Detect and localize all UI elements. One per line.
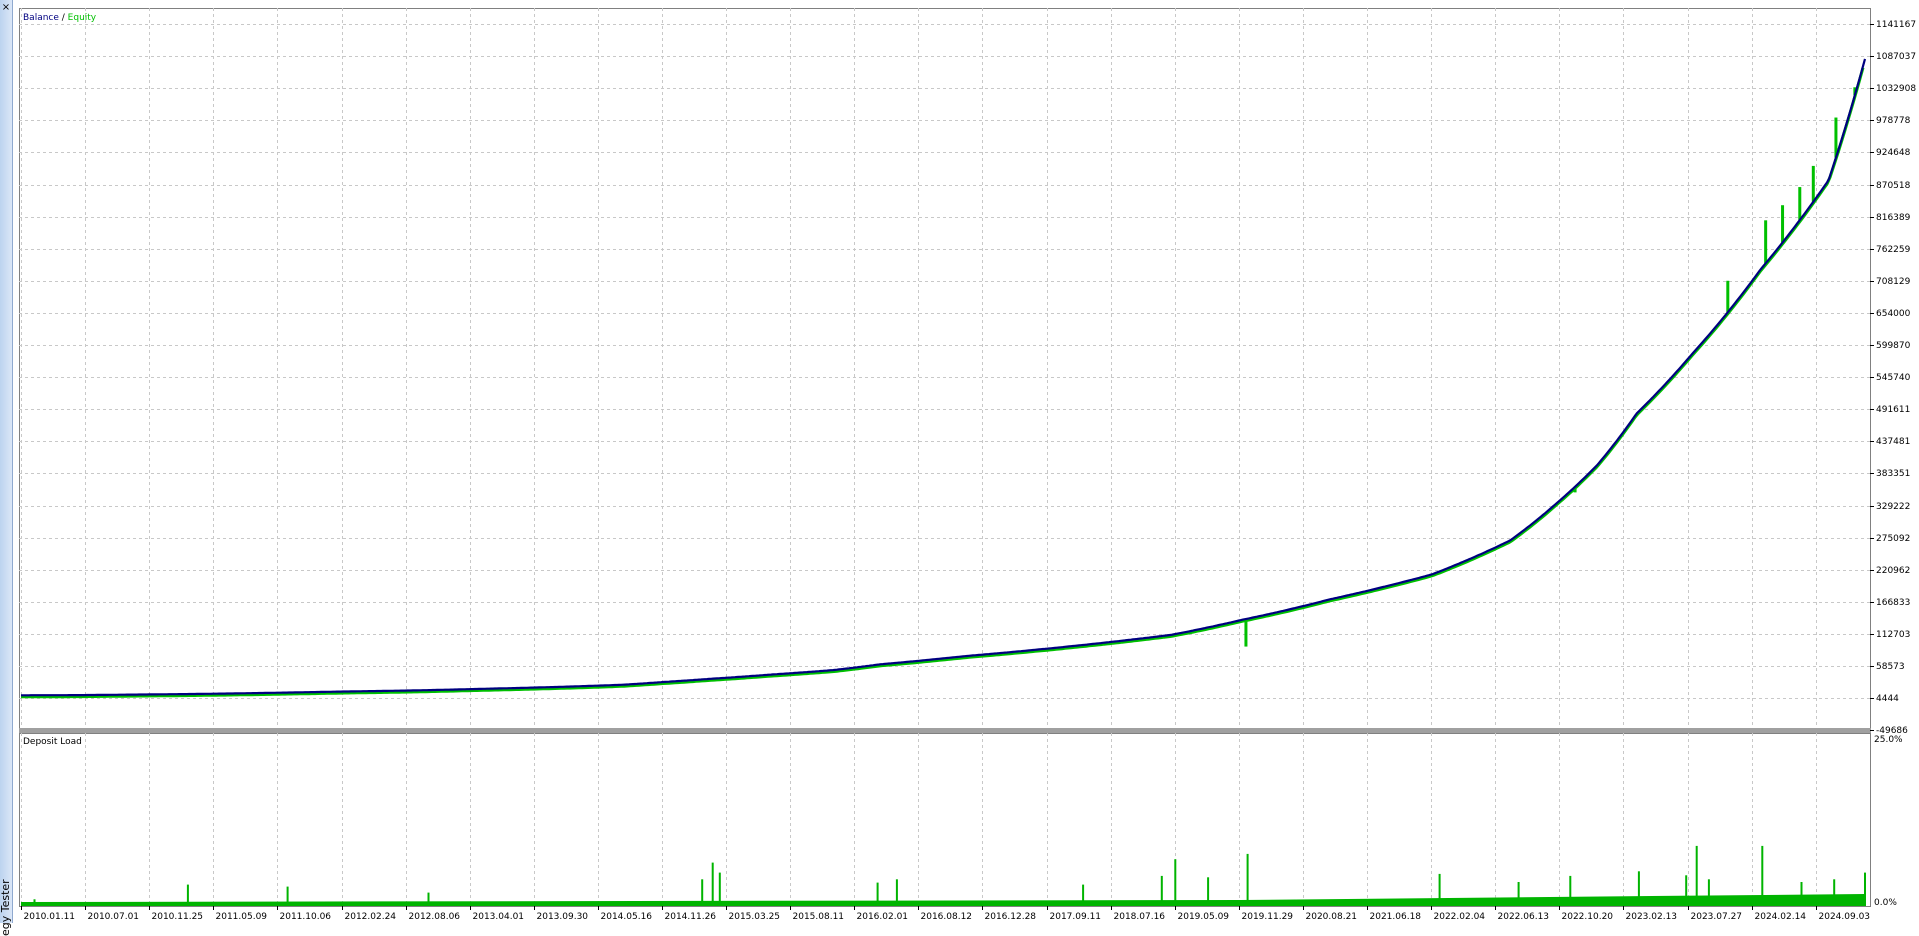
x-tick-label: 2021.06.18	[1370, 912, 1422, 922]
y-tick-label: 58573	[1876, 662, 1905, 672]
legend: Balance / Equity	[23, 13, 97, 23]
y-tick-label: 329222	[1876, 502, 1910, 512]
x-tick-label: 2013.04.01	[473, 912, 525, 922]
y-tick-label: 654000	[1876, 309, 1911, 319]
legend-balance: Balance	[23, 13, 59, 23]
main-pane-frame	[19, 8, 1871, 729]
x-tick-label: 2019.05.09	[1178, 912, 1230, 922]
deposit-load-spike	[718, 872, 721, 906]
y-tick-label: 1141167	[1876, 20, 1916, 30]
deposit-y-tick-label: 0.0%	[1874, 898, 1897, 908]
deposit-load-spike	[701, 879, 704, 906]
deposit-load-spike	[876, 882, 879, 906]
x-tick-label: 2016.02.01	[857, 912, 909, 922]
y-tick-label: 545740	[1876, 373, 1911, 383]
x-tick-label: 2011.10.06	[280, 912, 332, 922]
deposit-load-spike	[711, 862, 714, 906]
deposit-load-spike	[1569, 875, 1572, 906]
deposit-load-spike	[1246, 853, 1249, 906]
y-tick-label: 599870	[1876, 341, 1911, 351]
panel-title: egy Tester	[0, 879, 12, 936]
pane-separator[interactable]	[19, 728, 1871, 733]
x-tick-label: 2016.08.12	[921, 912, 973, 922]
y-tick-label: 112703	[1876, 630, 1910, 640]
deposit-load-spike	[1438, 873, 1441, 906]
chart-area: 1141167 1087037 1032908 978778 924648 870518 8…	[19, 8, 1916, 922]
x-tick-label: 2023.02.13	[1626, 912, 1678, 922]
x-tick-label: 2012.02.24	[345, 912, 397, 922]
deposit-load-spike	[1833, 879, 1836, 906]
deposit-load-spike	[1082, 884, 1085, 906]
y-tick-label: 437481	[1876, 437, 1910, 447]
x-tick-label: 2010.11.25	[152, 912, 204, 922]
deposit-load-spike	[1637, 871, 1640, 906]
x-tick-label: 2022.10.20	[1562, 912, 1614, 922]
deposit-load-spike	[1160, 875, 1163, 906]
y-tick-label: 166833	[1876, 598, 1910, 608]
y-tick-label: 924648	[1876, 148, 1911, 158]
x-tick-label: 2015.08.11	[793, 912, 845, 922]
x-tick-label: 2023.07.27	[1691, 912, 1743, 922]
deposit-load-spike	[286, 886, 289, 906]
deposit-load-spike	[1707, 879, 1710, 906]
y-tick-label: 4444	[1876, 694, 1899, 704]
x-tick-label: 2017.09.11	[1050, 912, 1102, 922]
x-tick-label: 2015.03.25	[729, 912, 781, 922]
deposit-load-spike	[895, 879, 898, 906]
deposit-load-title: Deposit Load	[23, 737, 82, 747]
deposit-load-spike	[1695, 845, 1698, 906]
y-tick-label: 708129	[1876, 277, 1911, 287]
y-tick-label: 762259	[1876, 245, 1911, 255]
y-tick-label: 220962	[1876, 566, 1910, 576]
y-tick-label: 870518	[1876, 181, 1911, 191]
deposit-load-spike	[427, 892, 430, 906]
y-tick-label: 1087037	[1876, 52, 1916, 62]
deposit-load-spike	[1761, 845, 1764, 906]
deposit-load-spike	[1800, 882, 1803, 906]
y-tick-label: 491611	[1876, 405, 1910, 415]
deposit-load-spike	[186, 884, 189, 906]
x-tick-label: 2014.05.16	[601, 912, 653, 922]
y-tick-label: 978778	[1876, 116, 1911, 126]
y-tick-label: 816389	[1876, 213, 1911, 223]
x-tick-label: 2016.12.28	[985, 912, 1037, 922]
x-tick-label: 2012.08.06	[409, 912, 461, 922]
deposit-y-tick-label: 25.0%	[1874, 735, 1903, 745]
x-tick-label: 2014.11.26	[665, 912, 717, 922]
x-tick-label: 2024.09.03	[1819, 912, 1871, 922]
deposit-load-spike	[1517, 882, 1520, 906]
legend-separator: /	[59, 13, 68, 23]
x-tick-label: 2018.07.16	[1114, 912, 1166, 922]
deposit-load-spike	[33, 899, 36, 906]
y-tick-label: 1032908	[1876, 84, 1916, 94]
close-icon[interactable]: ×	[1, 2, 11, 13]
x-tick-label: 2010.07.01	[88, 912, 140, 922]
x-tick-label: 2022.02.04	[1434, 912, 1486, 922]
x-tick-label: 2022.06.13	[1498, 912, 1550, 922]
y-tick-label: 275092	[1876, 534, 1910, 544]
deposit-load-spike	[1174, 859, 1177, 906]
y-tick-label: 383351	[1876, 469, 1910, 479]
x-tick-label: 2024.02.14	[1755, 912, 1807, 922]
legend-equity: Equity	[68, 13, 97, 23]
deposit-pane-frame	[19, 733, 1871, 907]
deposit-load-spike	[1207, 877, 1210, 906]
x-tick-label: 2010.01.11	[24, 912, 76, 922]
deposit-load-spike	[1864, 872, 1866, 906]
x-tick-label: 2020.08.21	[1306, 912, 1358, 922]
x-tick-label: 2013.09.30	[537, 912, 589, 922]
deposit-load-spike	[1685, 875, 1688, 906]
x-tick-label: 2019.11.29	[1242, 912, 1294, 922]
x-tick-label: 2011.05.09	[216, 912, 268, 922]
